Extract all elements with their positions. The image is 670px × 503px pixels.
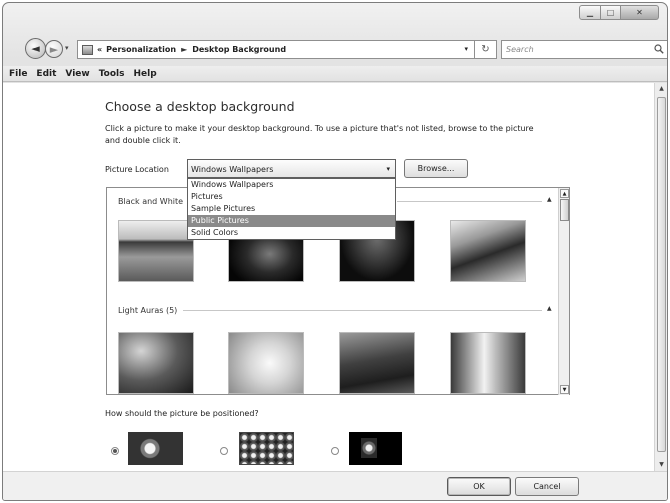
main-scroll-thumb[interactable] xyxy=(657,97,666,452)
position-center-radio[interactable] xyxy=(331,447,339,455)
option-solid-colors[interactable]: Solid Colors xyxy=(188,227,395,239)
minimize-icon: ▁ xyxy=(586,8,594,17)
center-preview-image xyxy=(361,438,377,458)
search-icon xyxy=(654,44,664,54)
content-pane: Choose a desktop background Click a pict… xyxy=(3,83,655,471)
position-tile-preview[interactable] xyxy=(239,432,294,465)
close-icon: ✕ xyxy=(636,8,643,17)
breadcrumb-personalization[interactable]: Personalization xyxy=(106,45,176,54)
breadcrumb-separator-icon: ► xyxy=(181,45,188,54)
wallpaper-thumbnail[interactable] xyxy=(118,220,194,282)
scroll-up-icon[interactable]: ▲ xyxy=(657,85,666,93)
window: ▁ □ ✕ ◄ ► ▾ « Personalization ► Desktop … xyxy=(2,2,668,501)
chevron-down-icon: ▾ xyxy=(386,165,390,173)
back-button[interactable]: ◄ xyxy=(25,38,46,59)
ok-button[interactable]: OK xyxy=(447,477,511,496)
option-windows-wallpapers[interactable]: Windows Wallpapers xyxy=(188,179,395,191)
maximize-button[interactable]: □ xyxy=(601,5,621,20)
back-arrow-icon: ◄ xyxy=(31,42,40,55)
navigation-bar: ◄ ► ▾ « Personalization ► Desktop Backgr… xyxy=(25,38,667,60)
forward-arrow-icon: ► xyxy=(49,42,59,56)
menu-edit[interactable]: Edit xyxy=(36,69,56,79)
option-pictures[interactable]: Pictures xyxy=(188,191,395,203)
position-question: How should the picture be positioned? xyxy=(105,409,259,418)
wallpaper-thumbnail[interactable] xyxy=(450,220,526,282)
address-bar[interactable]: « Personalization ► Desktop Background ▾ xyxy=(77,40,475,59)
menu-help[interactable]: Help xyxy=(133,69,156,79)
instructions: Click a picture to make it your desktop … xyxy=(105,124,534,145)
minimize-button[interactable]: ▁ xyxy=(579,5,601,20)
recent-pages-dropdown-icon[interactable]: ▾ xyxy=(65,44,69,52)
browse-button[interactable]: Browse... xyxy=(404,159,468,178)
option-public-pictures[interactable]: Public Pictures xyxy=(188,215,395,227)
position-tile-radio[interactable] xyxy=(220,447,228,455)
collapse-icon[interactable]: ▲ xyxy=(547,196,552,203)
wallpaper-thumbnail[interactable] xyxy=(339,332,415,394)
address-dropdown-icon[interactable]: ▾ xyxy=(464,45,468,53)
main-scrollbar[interactable]: ▲ ▼ xyxy=(654,83,667,471)
picture-location-label: Picture Location xyxy=(105,165,169,174)
group-divider xyxy=(183,310,542,311)
position-fill-preview[interactable] xyxy=(128,432,183,465)
caption-buttons: ▁ □ ✕ xyxy=(579,5,659,20)
refresh-icon: ↻ xyxy=(481,44,490,55)
dialog-footer: OK Cancel xyxy=(3,471,667,500)
wallpaper-thumbnail[interactable] xyxy=(450,332,526,394)
picture-location-value: Windows Wallpapers xyxy=(191,165,274,174)
group-divider xyxy=(397,201,542,202)
gallery-scroll-thumb[interactable] xyxy=(560,199,569,221)
scroll-up-icon[interactable]: ▲ xyxy=(560,189,569,198)
collapse-icon[interactable]: ▲ xyxy=(547,305,552,312)
menu-bar: File Edit View Tools Help xyxy=(3,66,667,82)
page-title: Choose a desktop background xyxy=(105,99,295,114)
search-placeholder: Search xyxy=(506,45,534,54)
maximize-icon: □ xyxy=(606,8,615,17)
breadcrumb-desktop-background[interactable]: Desktop Background xyxy=(192,45,286,54)
group-title-black-and-white: Black and White xyxy=(118,197,184,206)
menu-view[interactable]: View xyxy=(65,69,89,79)
scroll-down-icon[interactable]: ▼ xyxy=(560,385,569,394)
position-center-preview[interactable] xyxy=(349,432,402,465)
position-fill-radio[interactable] xyxy=(111,447,119,455)
picture-location-dropdown-list: Windows Wallpapers Pictures Sample Pictu… xyxy=(187,178,396,240)
search-input[interactable]: Search xyxy=(501,40,667,59)
cancel-button[interactable]: Cancel xyxy=(515,477,579,496)
picture-location-select[interactable]: Windows Wallpapers ▾ xyxy=(187,159,396,178)
menu-tools[interactable]: Tools xyxy=(99,69,125,79)
scroll-down-icon[interactable]: ▼ xyxy=(657,461,666,469)
address-overflow[interactable]: « xyxy=(97,45,102,54)
wallpaper-thumbnail[interactable] xyxy=(228,332,304,394)
wallpaper-thumbnail[interactable] xyxy=(118,332,194,394)
group-title-light-auras: Light Auras (5) xyxy=(118,306,178,315)
forward-button[interactable]: ► xyxy=(45,40,63,58)
menu-file[interactable]: File xyxy=(9,69,27,79)
control-panel-icon xyxy=(82,44,93,55)
refresh-button[interactable]: ↻ xyxy=(475,40,497,59)
close-button[interactable]: ✕ xyxy=(621,5,659,20)
gallery-scrollbar[interactable]: ▲ ▼ xyxy=(558,188,569,395)
option-sample-pictures[interactable]: Sample Pictures xyxy=(188,203,395,215)
